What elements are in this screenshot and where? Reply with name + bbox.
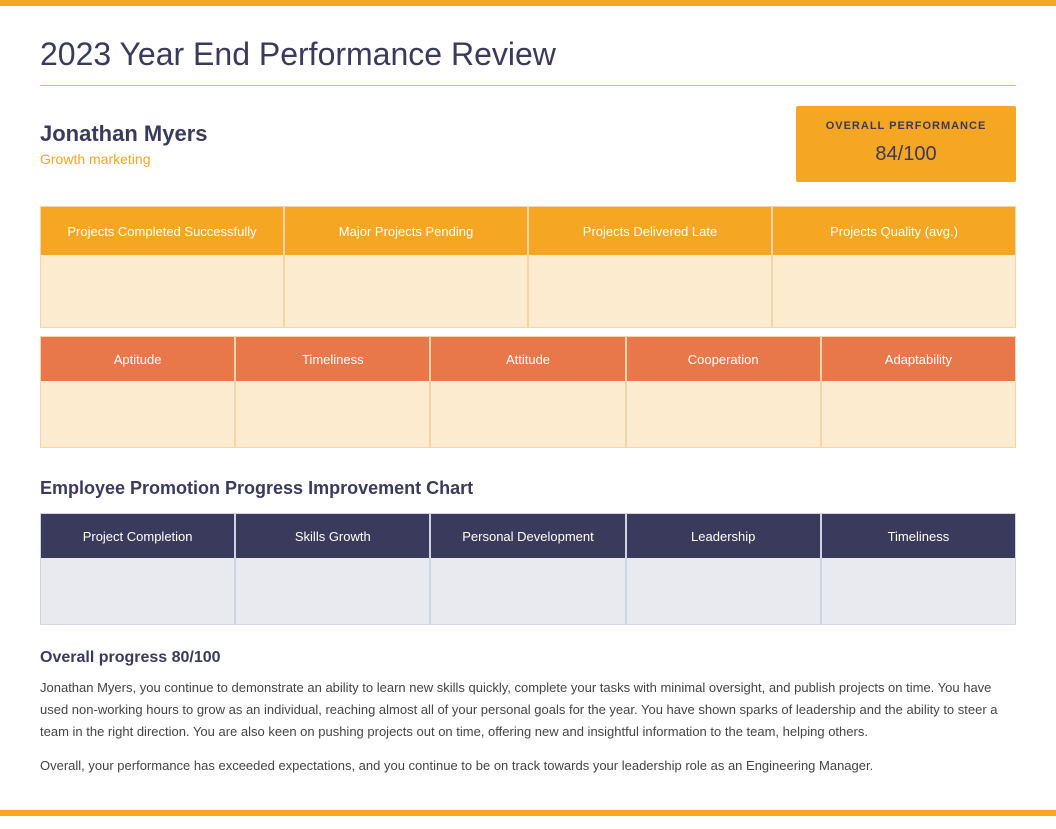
- progress-paragraph: Overall, your performance has exceeded e…: [40, 755, 1016, 777]
- competency-card: Attitude: [430, 336, 625, 448]
- employee-role: Growth marketing: [40, 151, 208, 167]
- competency-card-header: Aptitude: [41, 337, 234, 381]
- stat-card-body: [529, 255, 771, 327]
- competency-card-body: [236, 381, 429, 447]
- promotion-section-title: Employee Promotion Progress Improvement …: [40, 478, 1016, 499]
- competency-card-header: Attitude: [431, 337, 624, 381]
- competency-card-body: [431, 381, 624, 447]
- promo-card: Project Completion: [40, 513, 235, 625]
- employee-name: Jonathan Myers: [40, 121, 208, 147]
- stat-card-header: Major Projects Pending: [285, 207, 527, 255]
- stat-card-body: [41, 255, 283, 327]
- score-number: 84: [875, 143, 897, 165]
- page-title: 2023 Year End Performance Review: [40, 36, 1016, 73]
- competency-card-body: [822, 381, 1015, 447]
- promo-card-body: [41, 558, 234, 624]
- promo-card-body: [627, 558, 820, 624]
- promo-card-header: Timeliness: [822, 514, 1015, 558]
- stat-card: Projects Quality (avg.): [772, 206, 1016, 328]
- employee-info: Jonathan Myers Growth marketing: [40, 121, 208, 167]
- main-container: 2023 Year End Performance Review Jonatha…: [20, 6, 1036, 829]
- overall-progress-title: Overall progress 80/100: [40, 649, 1016, 667]
- competency-card: Timeliness: [235, 336, 430, 448]
- promo-card: Personal Development: [430, 513, 625, 625]
- stats-row: Projects Completed Successfully Major Pr…: [40, 206, 1016, 328]
- overall-performance-label: OVERALL PERFORMANCE: [824, 120, 988, 132]
- stat-card-header: Projects Quality (avg.): [773, 207, 1015, 255]
- progress-paragraph: Jonathan Myers, you continue to demonstr…: [40, 677, 1016, 743]
- stat-card-body: [773, 255, 1015, 327]
- promo-card: Skills Growth: [235, 513, 430, 625]
- header-row: Jonathan Myers Growth marketing OVERALL …: [40, 106, 1016, 182]
- stat-card-header: Projects Delivered Late: [529, 207, 771, 255]
- promo-card-body: [236, 558, 429, 624]
- competency-card-body: [41, 381, 234, 447]
- promo-row: Project Completion Skills Growth Persona…: [40, 513, 1016, 625]
- title-divider: [40, 85, 1016, 86]
- progress-paragraphs: Jonathan Myers, you continue to demonstr…: [40, 677, 1016, 777]
- stat-card-header: Projects Completed Successfully: [41, 207, 283, 255]
- promo-card-body: [431, 558, 624, 624]
- overall-performance-score: 84/100: [824, 134, 988, 168]
- promo-card: Timeliness: [821, 513, 1016, 625]
- promo-card-body: [822, 558, 1015, 624]
- score-out-of: /100: [898, 143, 937, 165]
- bottom-bar: [0, 810, 1056, 816]
- promo-card-header: Leadership: [627, 514, 820, 558]
- promo-card: Leadership: [626, 513, 821, 625]
- competency-card-body: [627, 381, 820, 447]
- stat-card: Major Projects Pending: [284, 206, 528, 328]
- competency-card-header: Timeliness: [236, 337, 429, 381]
- stat-card-body: [285, 255, 527, 327]
- competency-card: Adaptability: [821, 336, 1016, 448]
- competency-card: Aptitude: [40, 336, 235, 448]
- overall-performance-box: OVERALL PERFORMANCE 84/100: [796, 106, 1016, 182]
- promo-card-header: Skills Growth: [236, 514, 429, 558]
- competency-card: Cooperation: [626, 336, 821, 448]
- competency-card-header: Adaptability: [822, 337, 1015, 381]
- promo-card-header: Project Completion: [41, 514, 234, 558]
- stat-card: Projects Completed Successfully: [40, 206, 284, 328]
- competency-card-header: Cooperation: [627, 337, 820, 381]
- promo-card-header: Personal Development: [431, 514, 624, 558]
- competency-row: Aptitude Timeliness Attitude Cooperation…: [40, 336, 1016, 448]
- stat-card: Projects Delivered Late: [528, 206, 772, 328]
